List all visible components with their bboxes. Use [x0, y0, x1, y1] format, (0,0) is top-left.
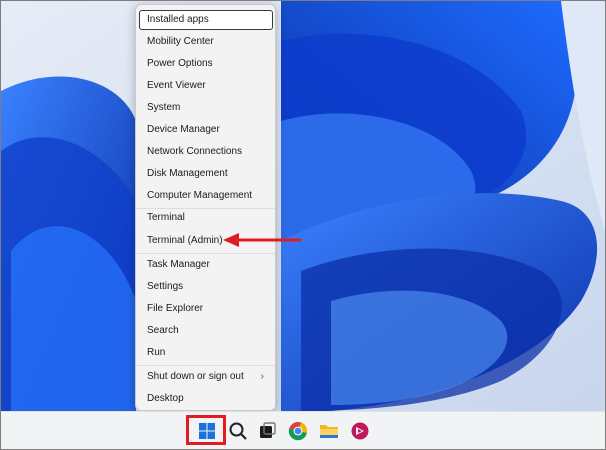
screenshot-frame: Installed apps Mobility Center Power Opt… [0, 0, 606, 450]
taskbar [1, 411, 605, 449]
annotation-arrow-icon [223, 233, 301, 247]
task-view-icon[interactable] [256, 420, 278, 442]
start-icon[interactable] [196, 420, 218, 442]
file-explorer-icon[interactable] [318, 420, 340, 442]
app-icon[interactable] [349, 420, 371, 442]
chrome-icon[interactable] [287, 420, 309, 442]
search-icon[interactable] [227, 420, 249, 442]
